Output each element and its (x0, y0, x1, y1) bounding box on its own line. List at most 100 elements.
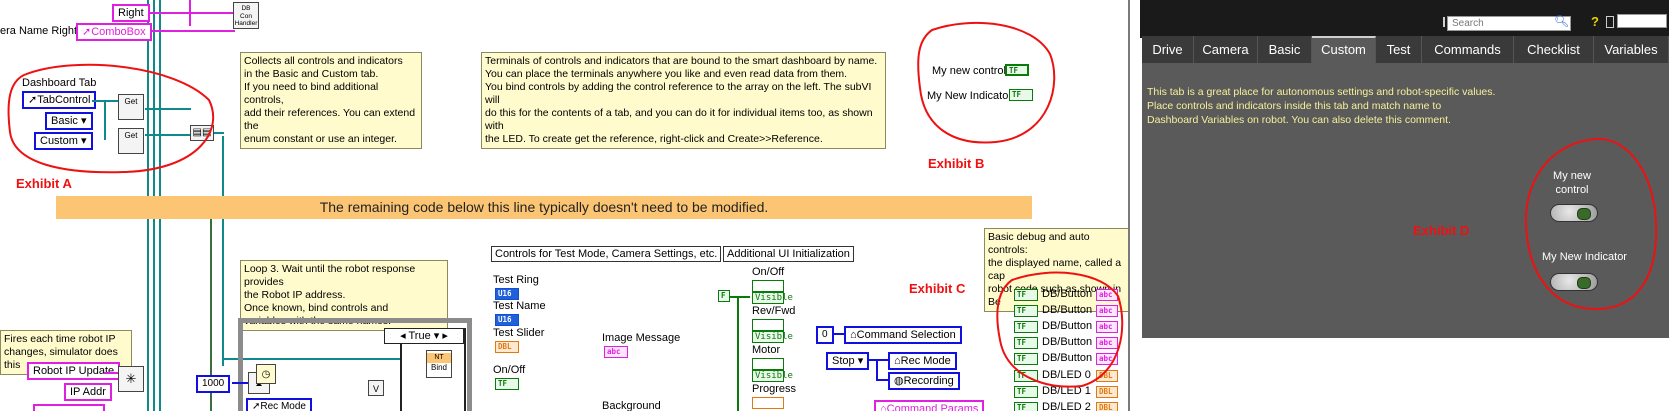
ui-init-section-label: Additional UI Initialization (723, 246, 854, 262)
tab-drive[interactable]: Drive (1142, 36, 1194, 63)
terminals-note: Terminals of controls and indicators tha… (481, 52, 886, 149)
case-selector[interactable]: ◂ True ▾ ▸ (384, 328, 464, 344)
camera-name-right-label: era Name Right (0, 25, 78, 37)
ref-arrow-icon: ➚ (82, 26, 92, 38)
image-message-terminal[interactable]: abc (604, 346, 628, 358)
case-structure[interactable]: ◂ True ▾ ▸ NT Bind (384, 328, 466, 411)
tab-camera[interactable]: Camera (1194, 36, 1258, 63)
false-constant[interactable]: F (718, 290, 730, 302)
command-selection-local[interactable]: ⌂Command Selection (844, 326, 962, 344)
clock-node[interactable]: ◷ (256, 364, 276, 384)
tab-commands[interactable]: Commands (1422, 36, 1514, 63)
command-params-local[interactable]: ⌂Command Params (874, 400, 985, 411)
toolbar-tick (1443, 17, 1445, 27)
background-label: Background (602, 400, 661, 411)
tab-test[interactable]: Test (1376, 36, 1422, 63)
blue-wire (876, 379, 888, 381)
test-ring-label: Test Ring (493, 274, 539, 286)
window-box-icon[interactable] (1617, 14, 1667, 28)
chevron-left-icon[interactable]: ◂ (400, 330, 406, 342)
db-led-terminal[interactable]: TF (1014, 402, 1038, 411)
exhibit-a-circle (7, 63, 215, 174)
chevron-down-icon: ▾ (857, 355, 864, 367)
test-slider-label: Test Slider (493, 327, 545, 339)
search-icon[interactable]: 🔍︎ (1554, 14, 1569, 28)
tab-bar: Drive Camera Basic Custom Test Commands … (1142, 36, 1669, 64)
blue-wire (876, 359, 878, 379)
ip-addr-indicator[interactable]: IP Addr (64, 383, 112, 401)
exhibit-c-circle (996, 271, 1124, 388)
on-off-ui-label: On/Off (752, 266, 785, 278)
zero-constant[interactable]: 0 (816, 326, 834, 344)
window-divider (1128, 0, 1130, 411)
db-led-dbl-terminal[interactable]: DBL (1096, 402, 1118, 411)
tab-variables[interactable]: Variables (1594, 36, 1669, 63)
progress-property-node[interactable] (752, 397, 784, 409)
exhibit-d-label: Exhibit D (1413, 223, 1470, 238)
home-icon: ⌂ (850, 329, 857, 341)
exhibit-a-label: Exhibit A (16, 176, 72, 191)
exhibit-b-circle (917, 21, 1056, 144)
thousand-constant[interactable]: 1000 (196, 375, 231, 393)
test-name-terminal[interactable]: U16 (495, 314, 519, 326)
image-message-label: Image Message (602, 332, 681, 344)
test-ring-terminal[interactable]: U16 (495, 288, 519, 300)
collects-controls-note: Collects all controls and indicators in … (240, 52, 422, 149)
stop-enum-constant[interactable]: Stop ▾ (826, 352, 870, 370)
rev-fwd-property-node[interactable] (752, 319, 784, 331)
custom-tab-description: This tab is a great place for autonomous… (1147, 86, 1496, 126)
tab-basic[interactable]: Basic (1258, 36, 1312, 63)
bind-label: Bind (430, 363, 447, 372)
test-slider-terminal[interactable]: DBL (495, 341, 519, 353)
rec-mode-local[interactable]: ➚Rec Mode (246, 398, 312, 411)
on-off-property-node[interactable] (752, 280, 784, 292)
dashboard-front-panel[interactable]: Search 🔍︎ ? Drive Camera Basic Custom Te… (1140, 0, 1669, 411)
progress-label: Progress (752, 383, 797, 395)
on-off-label: On/Off (493, 364, 526, 376)
right-control[interactable]: Right (112, 4, 150, 22)
globe-icon: ◍ (894, 375, 904, 387)
blue-wire (232, 382, 248, 384)
nt-label: NT (427, 353, 451, 363)
exhibit-c-label: Exhibit C (909, 281, 966, 296)
help-icon[interactable]: ? (1591, 14, 1599, 29)
register-event-node[interactable]: ✳ (118, 366, 144, 392)
rev-fwd-visible-prop[interactable]: Visible (752, 331, 793, 343)
tab-custom[interactable]: Custom (1312, 36, 1376, 64)
blue-wire (868, 359, 888, 361)
chevron-right-icon[interactable]: ▸ (442, 330, 448, 342)
exhibit-b-label: Exhibit B (928, 156, 985, 171)
on-off-visible-prop[interactable]: Visible (752, 292, 793, 304)
test-mode-section-label: Controls for Test Mode, Camera Settings,… (491, 246, 722, 262)
motor-visible-prop[interactable]: Visible (752, 370, 793, 382)
on-off-terminal[interactable]: TF (495, 378, 519, 390)
green-wire (730, 296, 750, 298)
dashboard-top-bar: Search 🔍︎ ? (1140, 0, 1669, 38)
exhibit-d-circle (1524, 137, 1658, 311)
panel-bottom-area (1140, 338, 1669, 411)
db-led-label: DB/LED 2 (1042, 401, 1091, 411)
ip-addr-indicator-lower[interactable] (33, 404, 105, 411)
db-con-handler-subvi[interactable]: DB Con Handler (233, 2, 259, 29)
search-input[interactable]: Search (1447, 16, 1571, 31)
green-wire (737, 296, 739, 411)
bind-subvi[interactable]: NT Bind (426, 350, 452, 378)
v-node[interactable]: V (368, 380, 384, 396)
custom-tab-content: This tab is a great place for autonomous… (1142, 63, 1669, 338)
rev-fwd-label: Rev/Fwd (752, 305, 796, 317)
home-icon: ⌂ (894, 355, 901, 367)
rec-mode-local-cmd[interactable]: ⌂Rec Mode (888, 352, 957, 370)
settings-icon[interactable] (1606, 16, 1614, 28)
block-diagram[interactable]: Right era Name Right ➚ComboBox DB Con Ha… (0, 0, 1130, 411)
chevron-down-icon[interactable]: ▾ (434, 330, 440, 342)
recording-local[interactable]: ◍Recording (888, 372, 960, 390)
pink-wire (143, 30, 235, 32)
home-icon: ⌂ (880, 403, 887, 411)
tab-checklist[interactable]: Checklist (1514, 36, 1594, 63)
test-name-label: Test Name (493, 300, 546, 312)
motor-label: Motor (752, 344, 781, 356)
combobox-control[interactable]: ➚ComboBox (76, 23, 152, 41)
motor-property-node[interactable] (752, 358, 784, 370)
robot-ip-update-indicator[interactable]: Robot IP Update (27, 362, 121, 380)
pink-wire (104, 372, 118, 374)
